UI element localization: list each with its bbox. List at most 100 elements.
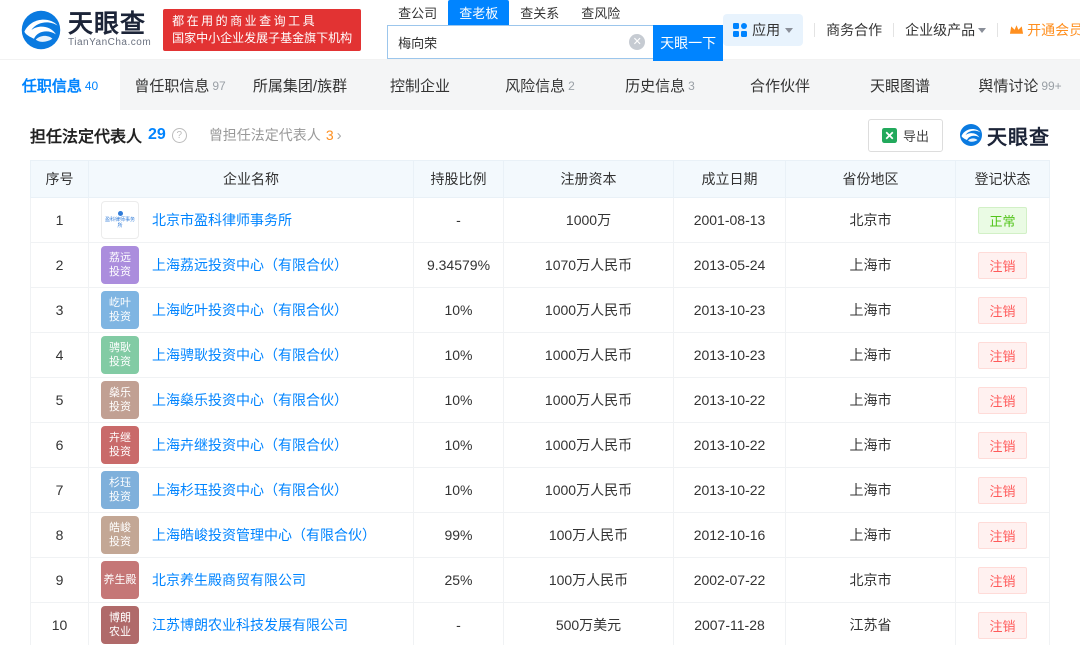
company-logo[interactable]: 盈科律师事务所 [101, 201, 139, 239]
nav-enterprise[interactable]: 企业级产品 [905, 20, 987, 40]
search-type-tab[interactable]: 查风险 [570, 0, 631, 25]
tab-label: 控制企业 [389, 77, 450, 95]
company-cell: 燊乐 投资 上海燊乐投资中心（有限合伙） [88, 377, 414, 423]
table-header-row: 序号 企业名称 持股比例 注册资本 成立日期 省份地区 登记状态 [30, 160, 1050, 198]
logo-text: 荔远 [109, 252, 131, 264]
column-header: 注册资本 [503, 160, 674, 198]
excel-icon [881, 127, 897, 143]
search-button[interactable]: 天眼一下 [653, 25, 724, 61]
section-count: 29 [148, 126, 166, 143]
search-area: 查公司查老板查关系查风险 ✕ 天眼一下 [387, 0, 724, 61]
company-link[interactable]: 北京养生殿商贸有限公司 [152, 570, 306, 590]
search-input[interactable] [387, 25, 654, 59]
chevron-down-icon [785, 28, 794, 33]
column-header: 序号 [30, 160, 89, 198]
company-logo[interactable]: 养生殿 [101, 561, 139, 599]
registered-capital: 1000万人民币 [503, 287, 674, 333]
logo-text: 农业 [109, 626, 131, 638]
company-logo[interactable]: 荔远 投资 [101, 246, 139, 284]
profile-tab[interactable]: 合作伙伴 [720, 60, 840, 110]
status-cell: 注销 [955, 467, 1050, 513]
company-logo[interactable]: 燊乐 投资 [101, 381, 139, 419]
province: 上海市 [785, 422, 956, 468]
company-link[interactable]: 上海骋耿投资中心（有限合伙） [152, 345, 348, 365]
established-date: 2013-05-24 [673, 242, 786, 288]
brand-logo[interactable]: 天眼查 TianYanCha.com [20, 9, 151, 51]
logo-text: 投资 [109, 536, 131, 548]
top-header: 天眼查 TianYanCha.com 都在用的商业查询工具 国家中小企业发展子基… [0, 0, 1080, 61]
logo-text: 投资 [109, 401, 131, 413]
help-icon[interactable]: ? [171, 127, 187, 143]
table-row: 1 盈科律师事务所 北京市盈科律师事务所 -1000万 2001-08-13 北京市 正常 [30, 197, 1050, 243]
profile-tab[interactable]: 舆情讨论 99+ [960, 60, 1080, 110]
established-date: 2013-10-23 [673, 332, 786, 378]
nav-enterprise-label: 企业级产品 [905, 21, 976, 38]
company-cell: 骋耿 投资 上海骋耿投资中心（有限合伙） [88, 332, 414, 378]
company-cell: 杉珏 投资 上海杉珏投资中心（有限合伙） [88, 467, 414, 513]
company-link[interactable]: 上海卉继投资中心（有限合伙） [152, 435, 348, 455]
former-legal-rep-link[interactable]: 曾担任法定代表人 3 › [209, 125, 342, 145]
logo-text: 养生殿 [103, 574, 137, 586]
company-link[interactable]: 江苏博朗农业科技发展有限公司 [152, 615, 348, 635]
company-logo[interactable]: 骋耿 投资 [101, 336, 139, 374]
logo-text: 燊乐 [109, 387, 131, 399]
company-link[interactable]: 上海屹叶投资中心（有限合伙） [152, 300, 348, 320]
column-header: 省份地区 [785, 160, 956, 198]
main-content: 担任法定代表人 29 ? 曾担任法定代表人 3 › 导出 天眼查 序号 企业名称… [0, 110, 1080, 645]
company-logo[interactable]: 博朗 农业 [101, 606, 139, 644]
established-date: 2013-10-22 [673, 377, 786, 423]
row-number: 10 [30, 602, 89, 645]
logo-text: 投资 [109, 311, 131, 323]
search-type-tab[interactable]: 查关系 [509, 0, 570, 25]
table-row: 10 博朗 农业 江苏博朗农业科技发展有限公司 -500万美元 2007-11-28 江苏省… [30, 602, 1050, 645]
nav-vip[interactable]: 开通会员 [1009, 20, 1080, 40]
profile-tab[interactable]: 任职信息 40 [0, 60, 120, 110]
province: 北京市 [785, 197, 956, 243]
shareholding-ratio: - [413, 197, 504, 243]
shareholding-ratio: 10% [413, 467, 504, 513]
company-logo[interactable]: 皓峻 投资 [101, 516, 139, 554]
row-number: 6 [30, 422, 89, 468]
apps-menu[interactable]: 应用 [723, 13, 804, 46]
status-cell: 注销 [955, 512, 1050, 558]
table-row: 8 皓峻 投资 上海皓峻投资管理中心（有限合伙） 99% 100万人民币 2012-10-1… [30, 512, 1050, 558]
watermark-logo: 天眼查 [959, 121, 1050, 150]
profile-tab[interactable]: 历史信息 3 [600, 60, 720, 110]
row-number: 3 [30, 287, 89, 333]
top-nav: 应用 商务合作 企业级产品 开通会员 鹰眼 [723, 13, 1080, 46]
nav-business[interactable]: 商务合作 [826, 20, 882, 40]
province: 上海市 [785, 467, 956, 513]
search-type-tab[interactable]: 查公司 [387, 0, 448, 25]
company-logo[interactable]: 卉继 投资 [101, 426, 139, 464]
company-cell: 博朗 农业 江苏博朗农业科技发展有限公司 [88, 602, 414, 645]
profile-tab[interactable]: 控制企业 [360, 60, 480, 110]
status-badge: 注销 [978, 386, 1027, 414]
export-button[interactable]: 导出 [867, 118, 943, 152]
company-link[interactable]: 上海燊乐投资中心（有限合伙） [152, 390, 348, 410]
province: 江苏省 [785, 602, 956, 645]
watermark-text: 天眼查 [987, 126, 1050, 149]
logo-text: 卉继 [109, 432, 131, 444]
row-number: 4 [30, 332, 89, 378]
column-header: 持股比例 [413, 160, 504, 198]
registered-capital: 1000万人民币 [503, 467, 674, 513]
company-link[interactable]: 上海杉珏投资中心（有限合伙） [152, 480, 348, 500]
status-cell: 注销 [955, 422, 1050, 468]
company-link[interactable]: 上海皓峻投资管理中心（有限合伙） [152, 525, 376, 545]
tab-label: 合作伙伴 [749, 77, 810, 95]
company-logo[interactable]: 屹叶 投资 [101, 291, 139, 329]
company-link[interactable]: 上海荔远投资中心（有限合伙） [152, 255, 348, 275]
company-logo[interactable]: 杉珏 投资 [101, 471, 139, 509]
search-type-tab[interactable]: 查老板 [448, 0, 510, 25]
company-link[interactable]: 北京市盈科律师事务所 [152, 210, 292, 230]
profile-tab[interactable]: 风险信息 2 [480, 60, 600, 110]
province: 上海市 [785, 242, 956, 288]
tab-label: 舆情讨论 [978, 77, 1039, 95]
profile-tab[interactable]: 曾任职信息 97 [120, 60, 240, 110]
table-row: 6 卉继 投资 上海卉继投资中心（有限合伙） 10% 1000万人民币 2013-10-22… [30, 422, 1050, 468]
section-header: 担任法定代表人 29 ? 曾担任法定代表人 3 › 导出 天眼查 [30, 110, 1050, 160]
shareholding-ratio: 9.34579% [413, 242, 504, 288]
promo-badge: 都在用的商业查询工具 国家中小企业发展子基金旗下机构 [163, 8, 362, 51]
profile-tab[interactable]: 天眼图谱 [840, 60, 960, 110]
profile-tab[interactable]: 所属集团/族群 [240, 60, 360, 110]
